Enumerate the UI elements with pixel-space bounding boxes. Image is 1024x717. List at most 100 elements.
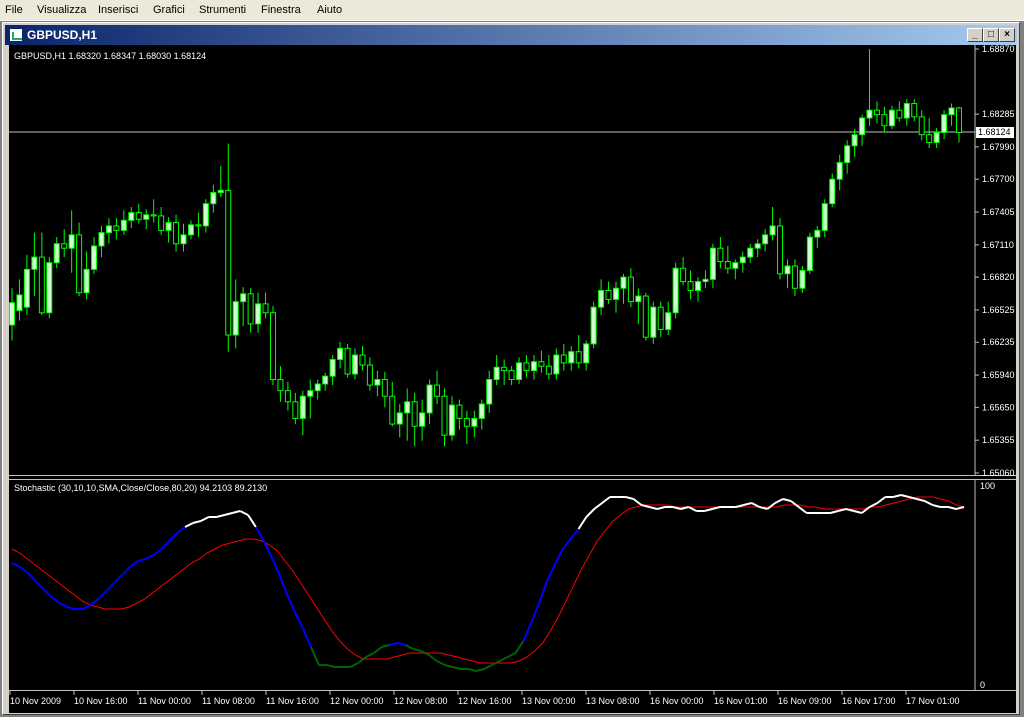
candle-body [381, 379, 388, 397]
candle-body [105, 225, 112, 234]
candle-body [165, 222, 172, 231]
candle-body [225, 189, 232, 336]
menu-visualizza[interactable]: Visualizza [37, 4, 86, 16]
menu-grafici[interactable]: Grafici [153, 4, 185, 16]
time-label: 12 Nov 08:00 [394, 696, 448, 706]
price-label: 1.67700 [982, 174, 1015, 184]
candle-body [881, 114, 888, 127]
price-label: 1.65060 [982, 468, 1015, 478]
candle-body [926, 134, 933, 143]
candle-body [471, 417, 478, 427]
candle-body [76, 234, 83, 294]
time-label: 10 Nov 16:00 [74, 696, 128, 706]
maximize-button[interactable]: □ [983, 28, 999, 42]
candle-body [128, 212, 135, 221]
candle-body [292, 401, 299, 419]
candle-body [262, 303, 269, 314]
candle-body [307, 390, 314, 397]
candle-body [933, 131, 940, 143]
candle-body [61, 243, 68, 249]
candle-body [247, 293, 254, 325]
candle-body [866, 109, 873, 119]
candle-body [38, 256, 45, 314]
candle-body [791, 265, 798, 289]
menu-finestra[interactable]: Finestra [261, 4, 301, 16]
candle-body [777, 225, 784, 275]
candle-body [680, 267, 687, 283]
candle-body [508, 370, 515, 381]
menu-file[interactable]: File [5, 4, 23, 16]
candle-body [173, 222, 180, 245]
candle-body [575, 351, 582, 364]
time-label: 17 Nov 01:00 [906, 696, 960, 706]
time-label: 16 Nov 01:00 [714, 696, 768, 706]
minimize-button[interactable]: _ [967, 28, 983, 42]
candle-body [456, 404, 463, 419]
candle-body [98, 232, 105, 247]
candle-body [941, 114, 948, 133]
candle-body [91, 245, 98, 270]
candle-body [545, 365, 552, 375]
menu-aiuto[interactable]: Aiuto [317, 4, 342, 16]
candle-body [620, 276, 627, 289]
menu-inserisci[interactable]: Inserisci [98, 4, 138, 16]
candle-body [463, 417, 470, 427]
candle-body [709, 247, 716, 280]
candle-body [180, 234, 187, 245]
candle-body [821, 203, 828, 231]
candle-body [478, 403, 485, 419]
candle-body [888, 109, 895, 127]
candle-body [150, 214, 157, 217]
candle-body [411, 401, 418, 427]
candle-body [859, 117, 866, 136]
time-label: 10 Nov 2009 [10, 696, 61, 706]
candle-body [754, 243, 761, 249]
candle-body [240, 293, 247, 303]
close-button[interactable]: × [999, 28, 1015, 42]
time-label: 16 Nov 00:00 [650, 696, 704, 706]
title-bar[interactable]: GBPUSD,H1 _ □ × [5, 25, 1017, 45]
candle-body [635, 295, 642, 303]
candle-body [441, 395, 448, 436]
candle-body [68, 234, 75, 249]
candle-body [217, 189, 224, 194]
candle-body [538, 361, 545, 367]
candle-body [426, 384, 433, 414]
menu-bar: File Visualizza Inserisci Grafici Strume… [0, 0, 1024, 21]
chart-canvas[interactable]: GBPUSD,H1 1.68320 1.68347 1.68030 1.6812… [9, 45, 1016, 713]
time-label: 12 Nov 16:00 [458, 696, 512, 706]
candle-body [9, 302, 15, 326]
price-label: 1.67405 [982, 207, 1015, 217]
candle-body [762, 234, 769, 245]
price-label: 1.66525 [982, 305, 1015, 315]
price-label: 1.67990 [982, 142, 1015, 152]
candle-body [202, 203, 209, 227]
candle-body [560, 354, 567, 364]
time-label: 11 Nov 08:00 [202, 696, 255, 706]
candle-body [523, 362, 530, 372]
candle-body [799, 269, 806, 289]
candle-body [911, 103, 918, 118]
candle-body [844, 145, 851, 164]
candle-body [31, 256, 38, 270]
time-label: 11 Nov 00:00 [138, 696, 191, 706]
candle-body [598, 289, 605, 308]
menu-strumenti[interactable]: Strumenti [199, 4, 246, 16]
candle-body [530, 361, 537, 372]
candle-body [829, 178, 836, 205]
candle-body [851, 134, 858, 147]
candle-body [359, 354, 366, 366]
candle-body [284, 390, 291, 403]
candle-body [695, 281, 702, 291]
candle-body [232, 301, 239, 336]
candle-body [657, 306, 664, 330]
price-label: 1.66820 [982, 272, 1015, 282]
candle-body [374, 379, 381, 386]
candle-body [717, 247, 724, 263]
time-label: 12 Nov 00:00 [330, 696, 384, 706]
candle-body [784, 265, 791, 275]
candle-body [903, 103, 910, 119]
chart-window-icon [9, 28, 23, 42]
time-label: 16 Nov 17:00 [842, 696, 896, 706]
candle-body [113, 225, 120, 231]
